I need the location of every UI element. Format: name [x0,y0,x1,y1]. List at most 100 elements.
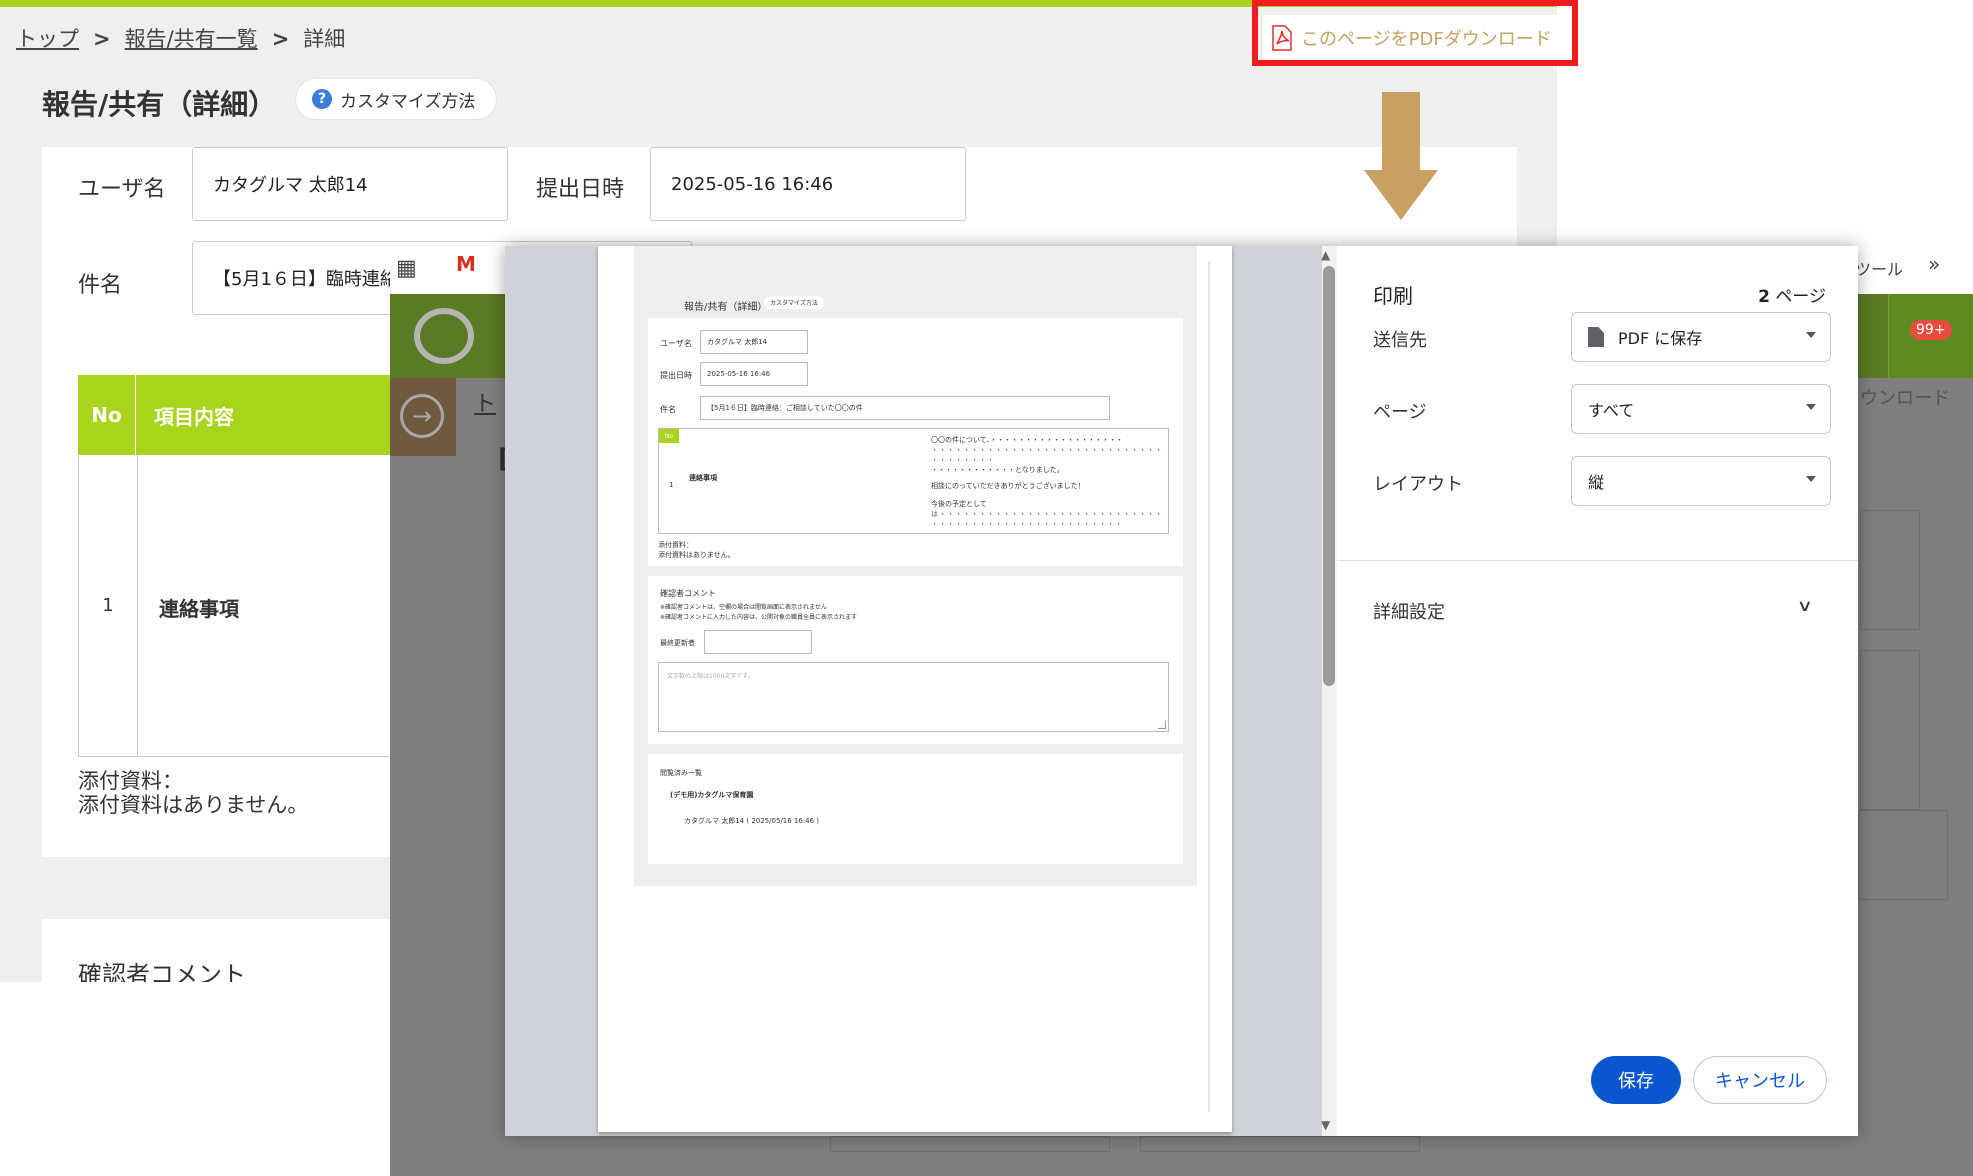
page-count: 2 ページ [1758,282,1826,307]
pages-label: ページ [1373,402,1427,423]
customize-help-label: カスタマイズ方法 [340,91,476,112]
preview-content-line: ・・・・・・・・・・・・・・・・・・・・・・・・・・・・・・・ [931,446,1166,454]
submitted-at-field[interactable]: 2025-05-16 16:46 [650,147,966,221]
preview-no-header: No [659,429,679,443]
layout-select[interactable]: 縦 [1571,456,1831,506]
preview-items-table: No 1 連絡事項 〇〇の件について、・・・・・・・・・・・・・・・・・・・ ・… [658,428,1169,534]
document-icon [1588,327,1604,347]
preview-attach-label: 添付資料： [658,541,693,549]
preview-comment-textarea: 文字数の上限は1000文字です。 [658,662,1169,732]
user-name-field[interactable]: カタグルマ 太郎14 [192,147,508,221]
chevron-down-icon[interactable]: ∨ [1797,596,1813,615]
notification-badge: 99+ [1910,320,1952,340]
breadcrumb-separator: > [271,27,290,51]
save-button[interactable]: 保存 [1591,1056,1681,1104]
print-dialog: 報告/共有（詳細） カスタマイズ方法 ユーザ名 カタグルマ 太郎14 提出日時 … [505,246,1858,1136]
print-dialog-title: 印刷 [1373,284,1413,308]
preview-content-line: ・・・・・・・・・・・・となりました。 [931,466,1064,474]
preview-subject-field: 【5月1６日】臨時連絡：ご相談していた〇〇の件 [700,396,1110,420]
preview-content-line: ・・・・・・・・・・・・・・・・・・・・・・・・・ [931,520,1121,528]
submitted-at-label: 提出日時 [536,177,625,202]
breadcrumb-current: 詳細 [303,27,346,51]
preview-content-line: は・・・・・・・・・・・・・・・・・・・・・・・・・・・・・ [931,510,1166,518]
app-logo-icon [414,308,474,364]
cancel-button[interactable]: キャンセル [1693,1056,1827,1104]
scroll-up-icon[interactable]: ▲ [1321,248,1330,262]
preview-row-number: 1 [669,481,674,489]
preview-viewed-org: (デモ用)カタグルマ保育園 [670,791,754,799]
layout-label: レイアウト [1373,474,1463,495]
preview-date-field: 2025-05-16 16:46 [700,362,808,386]
preview-last-editor-field [704,630,812,654]
breadcrumb-top-link[interactable]: トップ [16,27,79,51]
layout-value: 縦 [1588,473,1605,492]
page-margin-line [1208,262,1210,1112]
preview-content-line: ・・・・・・・・・ [931,456,991,464]
preview-title: 報告/共有（詳細） [684,302,768,313]
arrow-right-icon: → [400,394,444,438]
preview-scrollbar-thumb[interactable] [1323,266,1335,686]
destination-select[interactable]: PDF に保存 [1571,312,1831,362]
attachments-section: 添付資料： 添付資料はありません。 [78,769,308,817]
breadcrumb-list-link[interactable]: 報告/共有一覧 [125,27,258,51]
column-header-no: No [78,375,136,455]
resize-grip-icon [1158,721,1166,729]
scroll-down-icon[interactable]: ▼ [1321,1118,1330,1132]
page-title: 報告/共有（詳細） [42,88,277,121]
preview-viewed-user: カタグルマ 太郎14 ( 2025/05/16 16:46 ) [684,817,820,825]
background-panel [1858,810,1948,900]
bookmark-tools[interactable]: ツール [1855,256,1903,280]
down-arrow-icon [1364,92,1438,220]
preview-page: 報告/共有（詳細） カスタマイズ方法 ユーザ名 カタグルマ 太郎14 提出日時 … [598,246,1232,1132]
highlight-box [1252,0,1578,66]
gmail-icon[interactable]: M [456,252,476,276]
customize-help-button[interactable]: ? カスタマイズ方法 [296,79,496,119]
apps-grid-icon[interactable]: ▦ [396,256,417,281]
background-download-link: ウンロード [1860,388,1950,409]
dropdown-caret-icon [1806,476,1816,482]
destination-label: 送信先 [1373,330,1427,351]
advanced-settings-toggle[interactable]: 詳細設定 [1373,598,1445,624]
preview-comment-note: ※確認者コメントに入力した内容は、公開対象の職員全員に表示されます [660,614,858,621]
row-item-name: 連絡事項 [159,597,239,621]
screenshot-stage: トップ > 報告/共有一覧 > 詳細 報告/共有（詳細） ? カスタマイズ方法 このペー… [0,0,1973,1176]
background-panel [1140,1136,1420,1152]
preview-last-editor-label: 最終更新者 [660,639,695,647]
page-count-unit: ページ [1769,287,1826,307]
print-preview: 報告/共有（詳細） カスタマイズ方法 ユーザ名 カタグルマ 太郎14 提出日時 … [505,246,1337,1136]
settings-divider [1337,560,1858,561]
preview-textarea-placeholder: 文字数の上限は1000文字です。 [667,673,754,680]
background-panel [1860,510,1920,630]
bookmarks-more-icon[interactable]: » [1928,252,1940,276]
attachments-empty-text: 添付資料はありません。 [78,793,309,817]
preview-viewed-card: 閲覧済み一覧 (デモ用)カタグルマ保育園 カタグルマ 太郎14 ( 2025/0… [648,754,1183,864]
pages-value: すべて [1588,401,1635,420]
print-settings-panel: 印刷 2 ページ 送信先 PDF に保存 ページ すべて レイアウト 縦 詳細設… [1337,246,1858,1136]
preview-comment-note: ※確認者コメントは、空欄の場合は閲覧画面に表示されません [660,604,827,611]
preview-content-line: 〇〇の件について、・・・・・・・・・・・・・・・・・・・ [931,436,1123,444]
preview-comment-title: 確認者コメント [660,589,716,598]
background-panel [1860,650,1920,810]
user-name-label: ユーザ名 [78,177,166,202]
preview-comment-card: 確認者コメント ※確認者コメントは、空欄の場合は閲覧画面に表示されません ※確認… [648,576,1183,744]
preview-content-line: 今後の予定として [931,500,987,508]
breadcrumb-separator: > [93,27,111,51]
destination-value: PDF に保存 [1618,329,1703,348]
column-header-item: 項目内容 [154,404,234,429]
preview-date-label: 提出日時 [660,371,692,380]
pages-select[interactable]: すべて [1571,384,1831,434]
question-circle-icon: ? [312,89,332,109]
attachments-label: 添付資料： [78,769,183,793]
row-number: 1 [102,595,114,616]
subject-label: 件名 [78,273,123,298]
page-count-number: 2 [1758,287,1770,307]
preview-viewed-title: 閲覧済み一覧 [660,769,702,777]
preview-content: 報告/共有（詳細） カスタマイズ方法 ユーザ名 カタグルマ 太郎14 提出日時 … [634,246,1197,886]
preview-user-label: ユーザ名 [660,339,692,348]
reviewer-comment-title: 確認者コメント [78,961,246,982]
column-divider [137,455,138,757]
preview-row-item: 連絡事項 [689,474,717,482]
background-breadcrumb: ト [474,392,497,417]
preview-content-line: 相談にのっていただきありがとうございました！ [931,482,1085,490]
sidebar-toggle-button[interactable]: → [390,378,456,456]
